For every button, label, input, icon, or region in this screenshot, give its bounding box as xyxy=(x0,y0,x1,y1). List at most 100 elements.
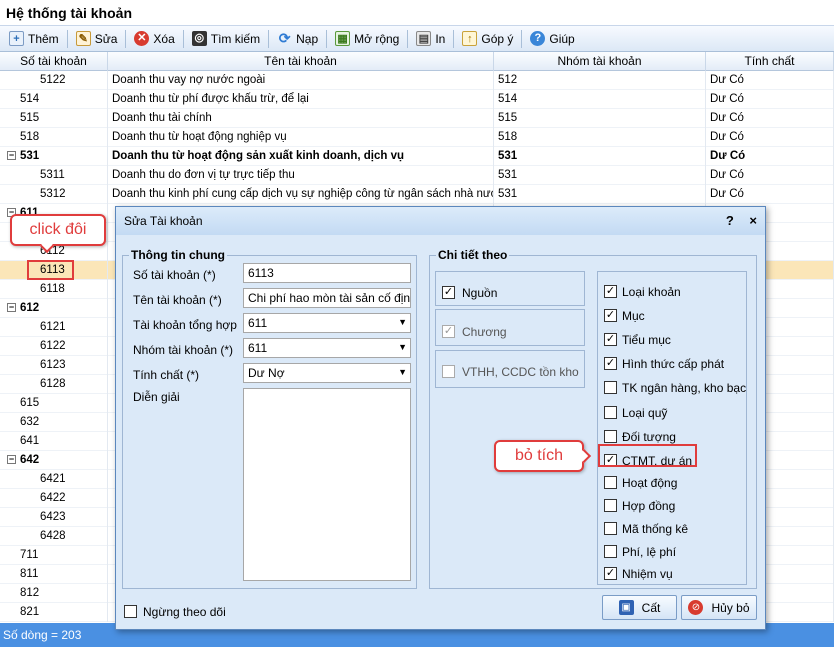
toolbar-separator xyxy=(125,29,127,48)
column-header-name[interactable]: Tên tài khoản xyxy=(108,52,494,71)
edit-icon: ✎ xyxy=(75,31,91,46)
cell-nature: Dư Có xyxy=(706,128,834,147)
bank-account-checkbox[interactable] xyxy=(604,381,617,394)
cell-code: 812 xyxy=(0,584,108,603)
grid-header: Số tài khoản Tên tài khoản Nhóm tài khoả… xyxy=(0,52,834,71)
cell-nature: Dư Có xyxy=(706,71,834,90)
table-row[interactable]: −531 Doanh thu từ hoạt động sản xuất kinh… xyxy=(0,147,834,166)
task-checkbox[interactable]: ✓ xyxy=(604,567,617,580)
table-row[interactable]: 5311 Doanh thu do đơn vị tự trực tiếp thu… xyxy=(0,166,834,185)
contract-checkbox[interactable] xyxy=(604,499,617,512)
add-button[interactable]: + Thêm xyxy=(3,28,65,50)
expand-button[interactable]: ▦ Mở rộng xyxy=(329,28,405,50)
contract-label: Hợp đồng xyxy=(622,499,676,513)
cell-code: 5122 xyxy=(0,71,108,90)
window-title: Hệ thống tài khoản xyxy=(0,0,834,26)
print-button[interactable]: ▤ In xyxy=(410,28,451,50)
cell-group: 515 xyxy=(494,109,706,128)
toolbar-separator xyxy=(66,29,68,48)
inventory-label: VTHH, CCDC tồn kho xyxy=(462,365,579,379)
item-type-checkbox[interactable]: ✓ xyxy=(604,285,617,298)
search-button[interactable]: ◎ Tìm kiếm xyxy=(186,28,266,50)
allocation-form-label: Hình thức cấp phát xyxy=(622,357,725,371)
collapse-icon[interactable]: − xyxy=(7,455,16,465)
table-row[interactable]: 514 Doanh thu từ phí được khấu trừ, để lạ… xyxy=(0,90,834,109)
highlight-ctmt-checkbox xyxy=(598,444,697,467)
chevron-down-icon: ▼ xyxy=(398,367,407,377)
table-row[interactable]: 518 Doanh thu từ hoạt động nghiệp vụ 518 Dư… xyxy=(0,128,834,147)
dialog-title-bar: Sửa Tài khoản ? × xyxy=(116,207,765,235)
account-group-select[interactable]: 611 ▼ xyxy=(243,338,411,358)
nature-select[interactable]: Dư Nợ ▼ xyxy=(243,363,411,383)
fund-type-checkbox[interactable] xyxy=(604,406,617,419)
stat-code-checkbox[interactable] xyxy=(604,522,617,535)
toolbar-separator xyxy=(453,29,455,48)
feedback-button[interactable]: ↑ Góp ý xyxy=(456,28,519,50)
collapse-icon[interactable]: − xyxy=(7,303,16,313)
column-header-nature[interactable]: Tính chất xyxy=(706,52,834,71)
source-label: Nguồn xyxy=(462,286,498,300)
feedback-icon: ↑ xyxy=(462,31,478,46)
cell-name: Doanh thu từ hoạt động nghiệp vụ xyxy=(108,128,494,147)
dialog-controls: ? × xyxy=(726,213,757,228)
table-row[interactable]: 515 Doanh thu tài chính 515 Dư Có xyxy=(0,109,834,128)
detail-left-box-1 xyxy=(435,271,585,306)
delete-button[interactable]: ✕ Xóa xyxy=(128,28,180,50)
cell-code: 6428 xyxy=(0,527,108,546)
help-button[interactable]: ? Giúp xyxy=(524,28,580,50)
table-row[interactable]: 5312 Doanh thu kinh phí cung cấp dịch vụ … xyxy=(0,185,834,204)
parent-account-select[interactable]: 611 ▼ xyxy=(243,313,411,333)
activity-label: Hoạt động xyxy=(622,476,678,490)
cell-code: 6121 xyxy=(0,318,108,337)
column-header-code[interactable]: Số tài khoản xyxy=(0,52,108,71)
inactive-checkbox[interactable] xyxy=(124,605,137,618)
highlight-row-6113 xyxy=(27,260,74,280)
activity-checkbox[interactable] xyxy=(604,476,617,489)
binoculars-icon: ◎ xyxy=(191,31,207,46)
description-textarea[interactable] xyxy=(243,388,411,581)
cell-code: 6123 xyxy=(0,356,108,375)
nature-label: Tính chất (*) xyxy=(133,368,200,382)
inventory-checkbox xyxy=(442,365,455,378)
cancel-button[interactable]: ⊘ Hủy bỏ xyxy=(681,595,757,620)
dialog-help-button[interactable]: ? xyxy=(726,213,734,228)
fee-label: Phí, lệ phí xyxy=(622,545,677,559)
cell-code: 6122 xyxy=(0,337,108,356)
description-label: Diễn giải xyxy=(133,390,180,404)
general-info-title: Thông tin chung xyxy=(129,248,227,262)
object-checkbox[interactable] xyxy=(604,430,617,443)
delete-icon: ✕ xyxy=(134,31,150,46)
column-header-group[interactable]: Nhóm tài khoản xyxy=(494,52,706,71)
table-row[interactable]: 5122 Doanh thu vay nợ nước ngoài 512 Dư Có xyxy=(0,71,834,90)
cell-nature: Dư Có xyxy=(706,147,834,166)
callout-double-click: click đôi xyxy=(10,214,106,254)
cell-group: 518 xyxy=(494,128,706,147)
account-name-input[interactable]: Chi phí hao mòn tài sản cố định xyxy=(243,288,411,308)
toolbar-separator xyxy=(182,29,184,48)
section-checkbox[interactable]: ✓ xyxy=(604,309,617,322)
account-no-input[interactable]: 6113 xyxy=(243,263,411,283)
cell-name: Doanh thu từ hoạt động sản xuất kinh doa… xyxy=(108,147,494,166)
cell-code: 5311 xyxy=(0,166,108,185)
save-button[interactable]: ▣ Cất xyxy=(602,595,677,620)
cell-code: 6423 xyxy=(0,508,108,527)
cell-name: Doanh thu kinh phí cung cấp dịch vụ sự n… xyxy=(108,185,494,204)
cell-code: 632 xyxy=(0,413,108,432)
subsection-checkbox[interactable]: ✓ xyxy=(604,333,617,346)
fund-type-label: Loại quỹ xyxy=(622,406,668,420)
edit-button[interactable]: ✎ Sửa xyxy=(70,28,124,50)
collapse-icon[interactable]: − xyxy=(7,151,16,161)
allocation-form-checkbox[interactable]: ✓ xyxy=(604,357,617,370)
source-checkbox[interactable]: ✓ xyxy=(442,286,455,299)
cell-code: 518 xyxy=(0,128,108,147)
section-label: Mục xyxy=(622,309,645,323)
cell-code: −642 xyxy=(0,451,108,470)
fee-checkbox[interactable] xyxy=(604,545,617,558)
cell-name: Doanh thu vay nợ nước ngoài xyxy=(108,71,494,90)
chevron-down-icon: ▼ xyxy=(398,342,407,352)
cell-code: 641 xyxy=(0,432,108,451)
dialog-close-button[interactable]: × xyxy=(749,213,757,228)
refresh-icon: ⟳ xyxy=(278,30,291,46)
cell-nature: Dư Có xyxy=(706,166,834,185)
reload-button[interactable]: ⟳ Nạp xyxy=(271,28,324,50)
